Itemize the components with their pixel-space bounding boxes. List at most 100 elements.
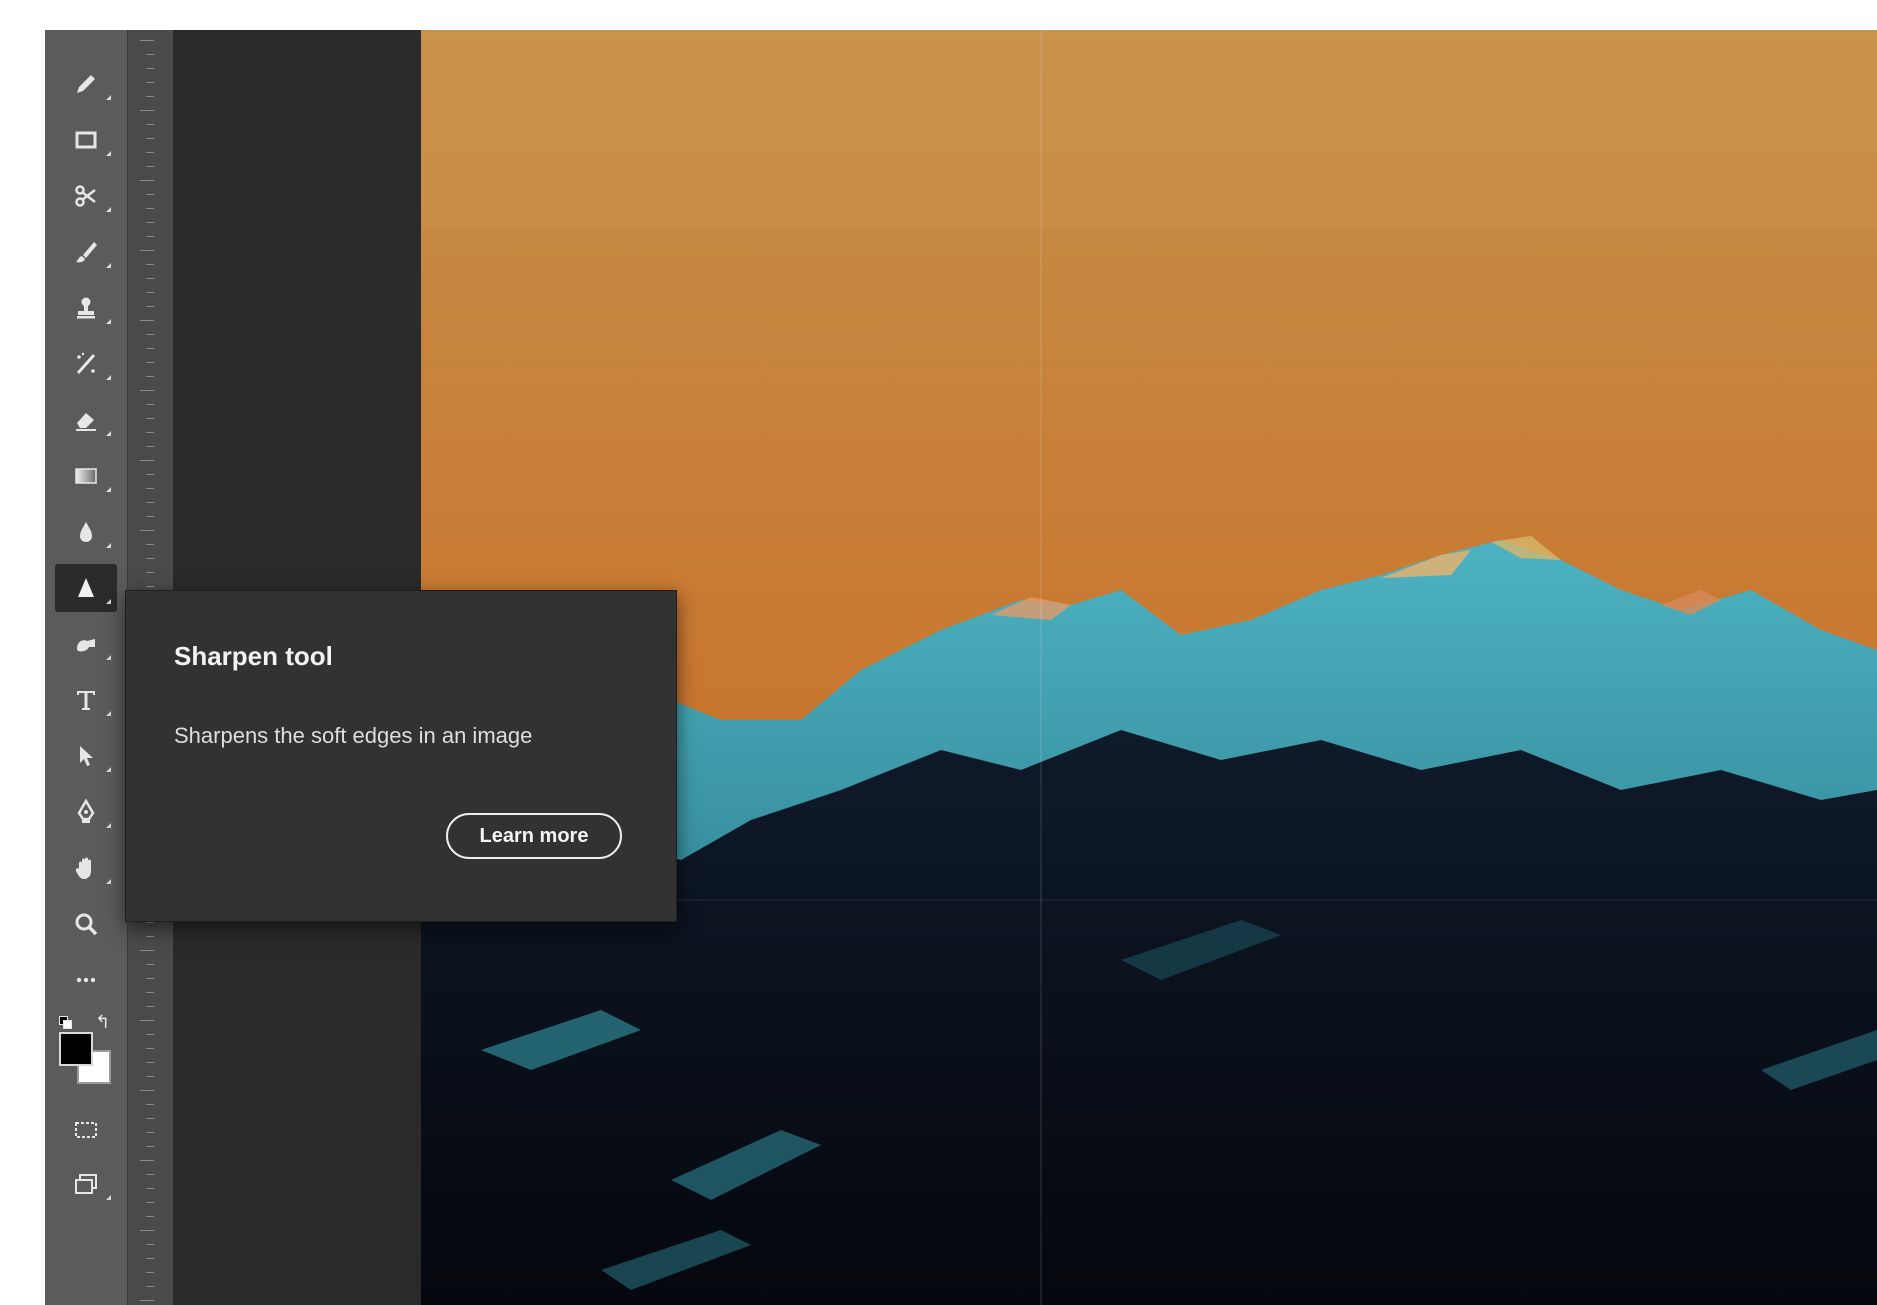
ruler-tick <box>146 474 154 475</box>
ruler-tick <box>146 1174 154 1175</box>
ruler-tick <box>146 1272 154 1273</box>
ruler-tick <box>146 558 154 559</box>
sharpen-icon <box>78 578 94 597</box>
ruler-tick <box>146 488 154 489</box>
ruler-tick <box>146 138 154 139</box>
ruler-tick <box>146 68 154 69</box>
ruler-tick <box>140 40 154 41</box>
ruler-tick <box>146 82 154 83</box>
eraser-icon <box>76 413 96 431</box>
ruler-tick <box>146 1258 154 1259</box>
ruler-tick <box>146 1076 154 1077</box>
tools-panel: ↰ <box>45 30 127 1305</box>
healing-brush-icon <box>76 352 96 374</box>
ruler-tick <box>146 376 154 377</box>
ruler-tick <box>146 222 154 223</box>
smudge-tool-button[interactable] <box>55 620 117 668</box>
foreground-color-swatch[interactable] <box>59 1032 93 1066</box>
brush-tool-button[interactable] <box>55 228 117 276</box>
ruler-tick <box>146 446 154 447</box>
quick-mask-icon <box>75 1122 97 1138</box>
ruler-tick <box>146 1202 154 1203</box>
learn-more-button[interactable]: Learn more <box>446 813 622 859</box>
ruler-tick <box>146 1118 154 1119</box>
tooltip-title: Sharpen tool <box>174 641 333 671</box>
ruler-tick <box>140 460 154 461</box>
ruler-tick <box>140 250 154 251</box>
gradient-tool-button[interactable] <box>55 452 117 500</box>
ruler-tick <box>146 418 154 419</box>
ruler-tick <box>146 1188 154 1189</box>
ruler-tick <box>140 1230 154 1231</box>
ruler-tick <box>146 572 154 573</box>
ruler-tick <box>146 1034 154 1035</box>
tooltip-description: Sharpens the soft edges in an image <box>174 723 533 748</box>
blur-icon <box>80 522 92 542</box>
eraser-tool-button[interactable] <box>55 396 117 444</box>
ruler-tick <box>140 1020 154 1021</box>
ruler-tick <box>146 348 154 349</box>
swap-colors-icon[interactable]: ↰ <box>95 1012 110 1033</box>
ruler-tick <box>140 1090 154 1091</box>
ruler-tick <box>146 502 154 503</box>
clone-stamp-tool-button[interactable] <box>55 284 117 332</box>
ruler-tick <box>146 166 154 167</box>
pen-tool-button[interactable] <box>55 788 117 836</box>
ruler-tick <box>146 96 154 97</box>
path-selection-tool-button[interactable] <box>55 732 117 780</box>
pencil-icon <box>77 75 95 93</box>
ruler-tick <box>146 1244 154 1245</box>
ruler-tick <box>140 1300 154 1301</box>
hand-tool-button[interactable] <box>55 844 117 892</box>
ruler-tick <box>146 194 154 195</box>
zoom-icon <box>75 913 98 936</box>
crop-icon <box>75 185 96 207</box>
path-selection-icon <box>80 746 93 766</box>
ruler-tick <box>140 530 154 531</box>
gradient-icon <box>75 468 97 484</box>
default-colors-icon[interactable] <box>59 1016 72 1029</box>
quick-mask-button[interactable] <box>55 1106 117 1154</box>
ruler-tick <box>146 516 154 517</box>
ruler-tick <box>146 152 154 153</box>
edit-toolbar-button[interactable] <box>55 956 117 1004</box>
ruler-tick <box>146 1062 154 1063</box>
screen-mode-button[interactable] <box>55 1160 117 1208</box>
ruler-tick <box>146 1048 154 1049</box>
ruler-tick <box>146 236 154 237</box>
photoshop-window: ↰ Sharpen tool Sharpens the soft edges i… <box>45 30 1877 1305</box>
ruler-tick <box>146 264 154 265</box>
ruler-tick <box>146 278 154 279</box>
screen-mode-icon <box>75 1174 97 1194</box>
ruler-tick <box>146 208 154 209</box>
ruler-tick <box>140 390 154 391</box>
ruler-tick <box>146 306 154 307</box>
type-tool-button[interactable] <box>55 676 117 724</box>
pencil-tool-button[interactable] <box>55 60 117 108</box>
ruler-tick <box>146 1146 154 1147</box>
marquee-tool-button[interactable] <box>55 116 117 164</box>
healing-brush-tool-button[interactable] <box>55 340 117 388</box>
ruler-tick <box>140 1160 154 1161</box>
ruler-tick <box>146 362 154 363</box>
ruler-tick <box>146 922 154 923</box>
ruler-tick <box>146 1216 154 1217</box>
smudge-icon <box>77 639 95 652</box>
ruler-tick <box>146 124 154 125</box>
zoom-tool-button[interactable] <box>55 900 117 948</box>
marquee-icon <box>75 131 97 149</box>
ruler-tick <box>146 544 154 545</box>
ruler-tick <box>146 964 154 965</box>
blur-tool-button[interactable] <box>55 508 117 556</box>
crop-tool-button[interactable] <box>55 172 117 220</box>
ruler-tick <box>146 1104 154 1105</box>
sharpen-tool-button[interactable] <box>55 564 117 612</box>
ruler-tick <box>146 1006 154 1007</box>
sharpen-tool-tooltip: Sharpen tool Sharpens the soft edges in … <box>125 590 677 922</box>
hand-icon <box>75 857 91 879</box>
brush-icon <box>76 242 97 263</box>
type-icon <box>77 691 95 710</box>
ruler-tick <box>146 586 154 587</box>
ruler-tick <box>146 404 154 405</box>
ruler-tick <box>146 978 154 979</box>
